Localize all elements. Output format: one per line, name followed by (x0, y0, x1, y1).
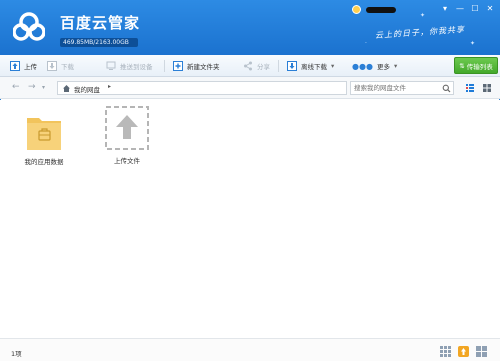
offline-download-label: 离线下载 (301, 63, 327, 71)
share-label: 分享 (257, 63, 270, 71)
minimize-icon[interactable]: — (456, 4, 464, 13)
transfer-list-button[interactable]: ⇅ 传输列表 (454, 57, 498, 74)
download-button[interactable]: 下载 (47, 60, 74, 72)
back-arrow-icon[interactable]: ← (12, 82, 20, 92)
file-item-my-app-data[interactable]: 我的应用数据 (14, 112, 74, 166)
history-dropdown-icon[interactable]: ▾ (42, 84, 45, 91)
upload-placeholder-icon (105, 106, 149, 150)
folder-icon (27, 118, 61, 150)
search-box (350, 81, 454, 95)
push-to-device-icon (106, 61, 116, 70)
more-label: 更多 (376, 63, 390, 71)
more-icon: ●●● (352, 61, 373, 71)
upload-button[interactable]: 上传 (10, 60, 37, 72)
item-count: 1项 (11, 350, 22, 358)
share-button[interactable]: 分享 (243, 60, 270, 72)
upload-icon (10, 61, 20, 71)
storage-quota: 469.85MB/2163.00GB (60, 38, 138, 47)
close-icon[interactable]: ✕ (486, 4, 494, 13)
app-grid-icon[interactable] (440, 346, 451, 357)
menu-dropdown-icon[interactable]: ▾ (441, 4, 449, 13)
toolbar-divider (278, 60, 279, 72)
upload-label: 上传 (24, 63, 37, 71)
star-decoration-icon: · (365, 40, 367, 47)
forward-arrow-icon[interactable]: → (28, 82, 36, 92)
username-redacted[interactable] (366, 7, 396, 13)
breadcrumb[interactable]: 我的网盘 ▸ ⟳ (57, 81, 399, 95)
star-decoration-icon: ✦ (470, 40, 476, 47)
file-area: 我的应用数据 上传文件 (0, 100, 500, 338)
breadcrumb-my-netdisk[interactable]: 我的网盘 (74, 84, 100, 94)
baidu-cloud-logo-icon (13, 12, 45, 41)
new-folder-button[interactable]: 新建文件夹 (173, 60, 220, 72)
transfer-list-label: 传输列表 (466, 62, 493, 71)
more-button[interactable]: ●●● 更多 ▾ (352, 60, 397, 72)
grid-view-icon[interactable] (482, 83, 492, 93)
download-icon (47, 61, 57, 71)
settings-grid-icon[interactable] (476, 346, 487, 357)
home-icon[interactable] (62, 84, 71, 93)
avatar[interactable] (352, 5, 361, 14)
search-icon[interactable] (442, 84, 451, 93)
app-title: 百度云管家 (60, 14, 141, 32)
push-to-device-button[interactable]: 推送到设备 (106, 60, 153, 72)
breadcrumb-arrow-icon[interactable]: ▸ (108, 83, 111, 90)
slogan: 云上的日子，你我共享 (374, 24, 466, 41)
new-folder-icon (173, 61, 183, 71)
address-bar: ← → ▾ 我的网盘 ▸ ⟳ (0, 77, 500, 99)
star-decoration-icon: ✦ (420, 12, 426, 19)
toolbar-divider (164, 60, 165, 72)
offline-download-icon (287, 61, 297, 71)
transfer-icon: ⇅ (459, 61, 465, 70)
search-input[interactable] (351, 82, 441, 94)
window-controls: ▾ — ☐ ✕ (441, 4, 494, 13)
title-bar: 百度云管家 469.85MB/2163.00GB ▾ — ☐ ✕ 云上的日子，你… (0, 0, 500, 55)
file-name: 上传文件 (114, 157, 140, 165)
user-account[interactable] (352, 5, 412, 15)
offline-download-button[interactable]: 离线下载 ▾ (287, 60, 334, 72)
transfer-status-icon[interactable] (458, 346, 469, 357)
share-icon (244, 61, 252, 71)
toolbar: 上传 下载 推送到设备 新建文件夹 分享 离线下载 ▾ ●●● 更多 ▾ ⇅ 传… (0, 55, 500, 77)
file-name: 我的应用数据 (24, 158, 64, 166)
chevron-down-icon[interactable]: ▾ (331, 62, 334, 70)
list-view-icon[interactable] (465, 83, 475, 93)
chevron-down-icon[interactable]: ▾ (394, 62, 397, 70)
file-item-upload[interactable]: 上传文件 (97, 105, 157, 165)
download-label: 下载 (61, 63, 74, 71)
new-folder-label: 新建文件夹 (187, 63, 220, 71)
maximize-icon[interactable]: ☐ (471, 4, 479, 13)
push-to-device-label: 推送到设备 (120, 63, 153, 71)
status-bar: 1项 (0, 338, 500, 361)
